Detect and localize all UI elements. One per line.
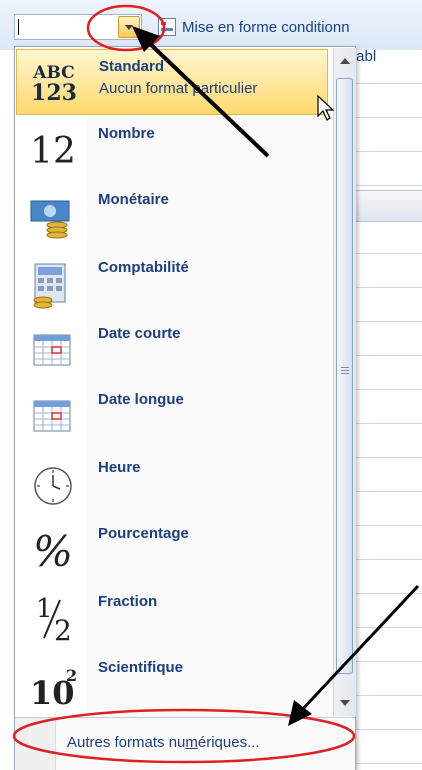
menu-item-comptabilite[interactable]: Comptabilité [16, 251, 328, 317]
menu-item-label: Comptabilité [98, 259, 189, 276]
menu-item-fraction[interactable]: 1 2 Fraction [16, 585, 328, 651]
chevron-down-icon [125, 25, 133, 30]
fraction-icon: 1 2 [24, 591, 82, 647]
more-number-formats-button[interactable]: Autres formats numériques... [67, 734, 260, 751]
menu-item-standard[interactable]: ABC 123 Standard Aucun format particulie… [16, 49, 328, 115]
number-icon-text: 12 [30, 130, 76, 172]
thumb-grip-icon [341, 367, 349, 376]
menu-item-pourcentage[interactable]: % Pourcentage [16, 517, 328, 583]
more-formats-accelerator: m [185, 734, 198, 751]
number-format-dropdown: ABC 123 Standard Aucun format particulie… [14, 46, 356, 770]
column-header-strip [350, 190, 422, 222]
menu-item-label: Fraction [98, 593, 158, 610]
scroll-thumb[interactable] [336, 78, 353, 674]
menu-item-date-longue[interactable]: Date longue [16, 383, 328, 449]
menu-item-scientifique[interactable]: 10 2 Scientifique [16, 651, 328, 717]
menu-item-label: Heure [98, 459, 141, 476]
menu-item-label: Nombre [98, 125, 155, 142]
menu-item-sublabel: Aucun format particulier [99, 80, 258, 97]
menu-item-nombre[interactable]: 12 Nombre [16, 117, 328, 183]
conditional-formatting-icon [158, 18, 176, 36]
fraction-denominator: 2 [54, 614, 72, 647]
number-format-combo[interactable] [14, 14, 142, 40]
menu-item-label: Scientifique [98, 659, 184, 676]
menu-item-label: Date courte [98, 325, 181, 342]
mouse-cursor-icon [317, 94, 335, 121]
worksheet-grid [350, 50, 422, 770]
dropdown-scrollbar[interactable] [333, 48, 356, 716]
calendar-long-icon [24, 389, 82, 445]
conditional-formatting-label: Mise en forme conditionn [182, 18, 350, 36]
abc-123-icon: ABC 123 [25, 56, 83, 112]
power-glyph: 10 2 [28, 660, 78, 712]
menu-item-label: Pourcentage [98, 525, 189, 542]
accounting-calculator-icon [24, 257, 82, 313]
clock-icon [24, 457, 82, 513]
menu-item-heure[interactable]: Heure [16, 451, 328, 517]
more-formats-suffix: ériques... [197, 734, 260, 751]
percent-icon: % [24, 523, 82, 579]
menu-item-label: Date longue [98, 391, 184, 408]
conditional-formatting-button[interactable]: Mise en forme conditionn [158, 16, 422, 38]
text-caret [18, 19, 19, 35]
scroll-up-arrow-icon[interactable] [340, 58, 350, 64]
menu-item-date-courte[interactable]: Date courte [16, 317, 328, 383]
menu-item-label: Standard [99, 58, 165, 75]
calendar-short-icon [24, 323, 82, 379]
dropdown-footer: Autres formats numériques... [15, 717, 355, 770]
footer-gutter [15, 718, 56, 770]
number-12-icon: 12 [24, 123, 82, 179]
currency-bill-coins-icon [24, 189, 82, 245]
percent-icon-text: % [33, 526, 73, 576]
scroll-down-arrow-icon[interactable] [340, 700, 350, 706]
abc-icon-bottom: 123 [31, 79, 77, 106]
menu-item-monetaire[interactable]: Monétaire [16, 183, 328, 249]
menu-item-label: Monétaire [98, 191, 169, 208]
power-of-ten-icon: 10 2 [24, 657, 82, 713]
more-formats-prefix: Autres formats nu [67, 734, 186, 751]
fraction-glyph: 1 2 [30, 594, 76, 647]
power-exponent: 2 [66, 666, 78, 685]
number-format-dropdown-button[interactable] [118, 16, 140, 38]
abc-icon-top: ABC [33, 62, 75, 83]
